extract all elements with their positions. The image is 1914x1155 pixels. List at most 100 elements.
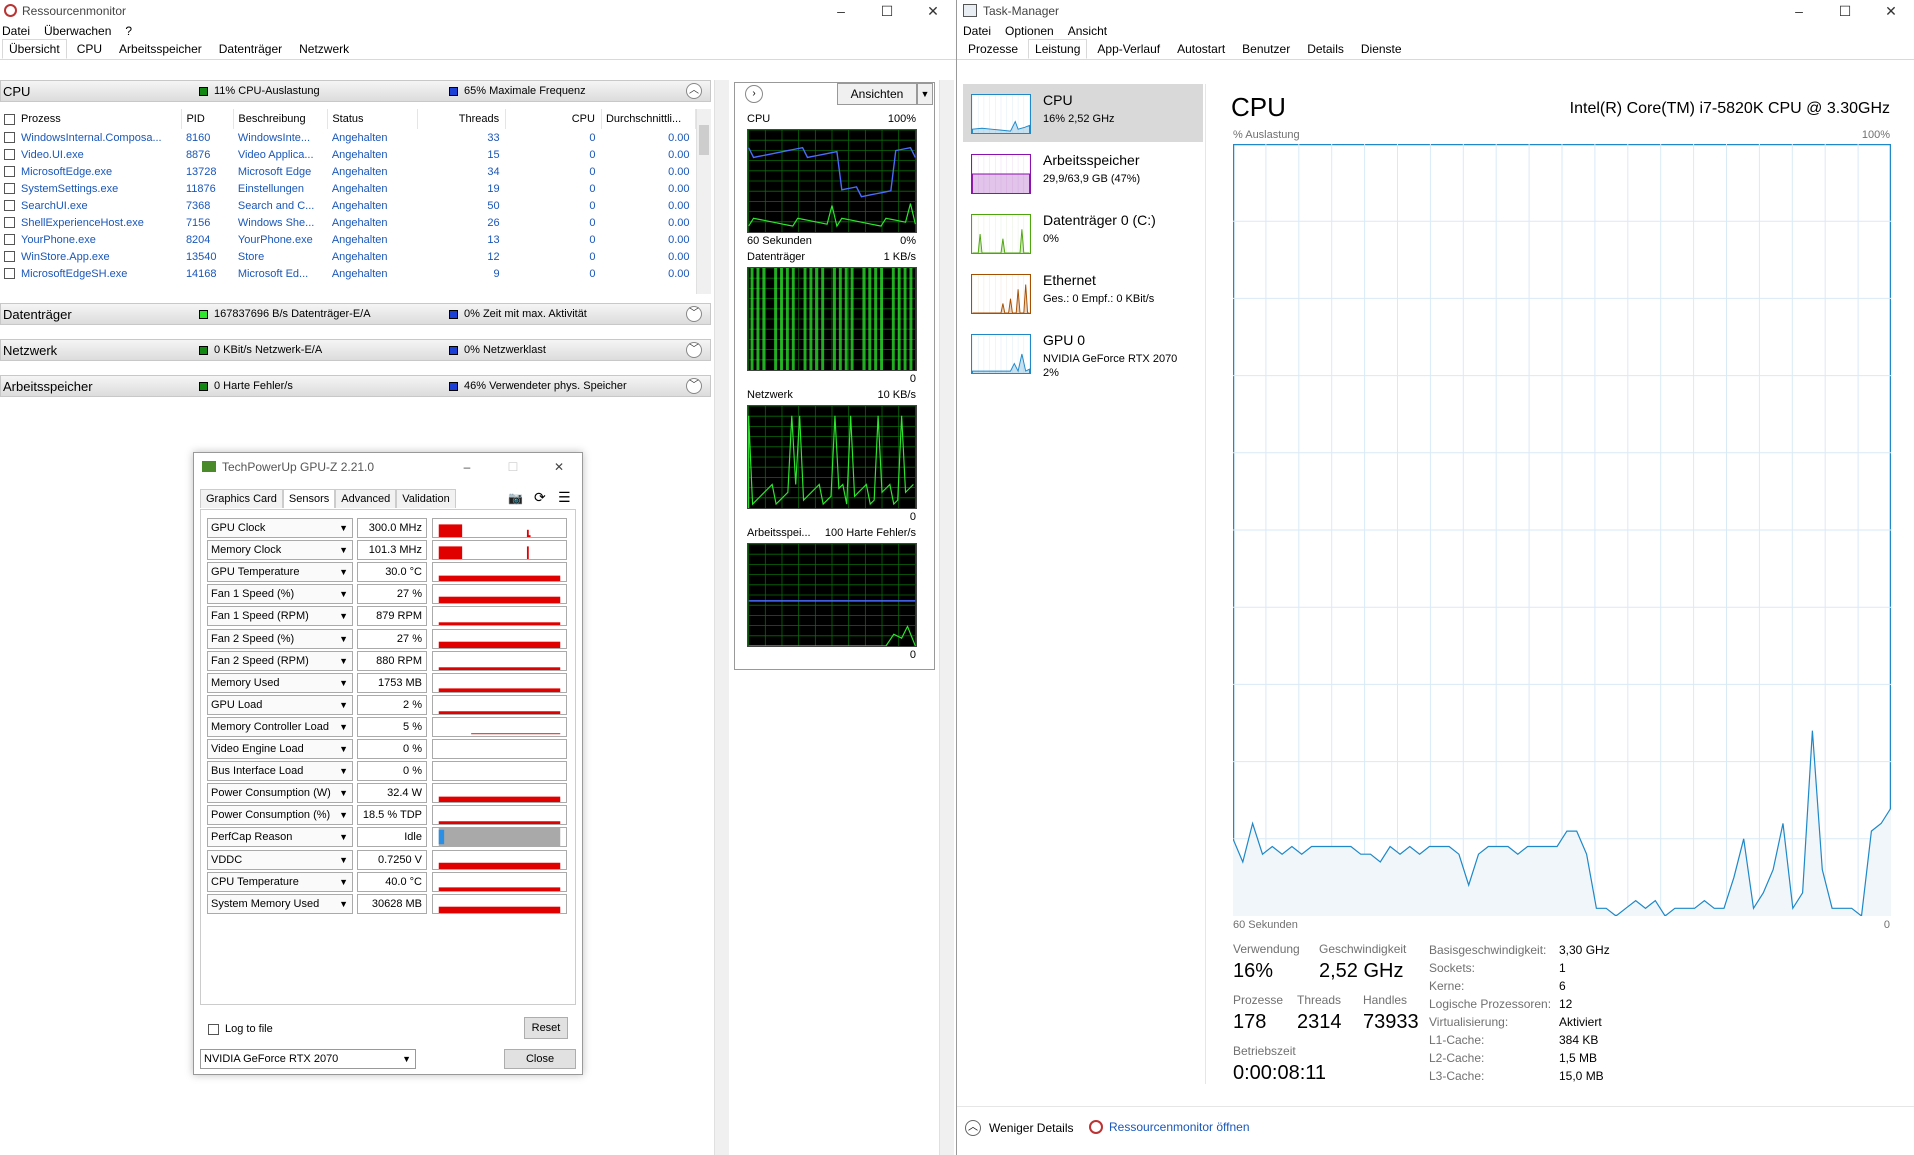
gpuz-close-button[interactable]: ✕	[536, 460, 582, 474]
col-beschreibung[interactable]: Beschreibung	[233, 109, 329, 129]
sensor-name-dropdown[interactable]: Fan 2 Speed (%) ▼	[207, 628, 353, 649]
col-status[interactable]: Status	[327, 109, 419, 129]
refresh-icon[interactable]: ⟳	[534, 489, 546, 506]
tab-arbeitsspeicher[interactable]: Arbeitsspeicher	[112, 39, 209, 59]
device-select[interactable]: NVIDIA GeForce RTX 2070 ▼	[200, 1049, 416, 1069]
ressourcenmonitor-link[interactable]: Ressourcenmonitor öffnen	[1089, 1120, 1250, 1134]
sensor-name-dropdown[interactable]: GPU Clock ▼	[207, 518, 353, 538]
row-checkbox[interactable]	[4, 234, 15, 246]
menu-ueberwachen[interactable]: Überwachen	[44, 24, 111, 38]
tab-dienste[interactable]: Dienste	[1354, 39, 1409, 59]
row-checkbox[interactable]	[4, 268, 15, 280]
col-durchschnitt[interactable]: Durchschnittli...	[601, 109, 697, 129]
cpu-section-header[interactable]: CPU 11% CPU-Auslastung 65% Maximale Freq…	[0, 80, 711, 102]
chevron-down-icon[interactable]: ﹀	[686, 378, 702, 394]
camera-icon[interactable]: 📷	[508, 491, 523, 505]
row-checkbox[interactable]	[4, 166, 15, 178]
scrollbar-thumb[interactable]	[699, 125, 709, 155]
gpuz-maximize-button[interactable]: ☐	[490, 460, 536, 474]
table-row[interactable]: MicrosoftEdge.exe 13728 Microsoft Edge Ange…	[0, 163, 696, 180]
table-row[interactable]: YourPhone.exe 8204 YourPhone.exe Angehalten…	[0, 231, 696, 248]
tab-benutzer[interactable]: Benutzer	[1235, 39, 1297, 59]
row-checkbox[interactable]	[4, 183, 15, 195]
tab-details[interactable]: Details	[1300, 39, 1351, 59]
sensor-name-dropdown[interactable]: Fan 1 Speed (RPM) ▼	[207, 606, 353, 627]
col-threads[interactable]: Threads	[417, 109, 507, 129]
row-checkbox[interactable]	[4, 217, 15, 229]
menu-icon[interactable]: ☰	[558, 489, 571, 506]
table-row[interactable]: MicrosoftEdgeSH.exe 14168 Microsoft Ed... A…	[0, 265, 696, 282]
gpuz-minimize-button[interactable]: –	[444, 460, 490, 474]
tab-validation[interactable]: Validation	[396, 489, 456, 508]
network-section-header[interactable]: Netzwerk 0 KBit/s Netzwerk-E/A 0% Netzwe…	[0, 339, 711, 361]
weniger-details-link[interactable]: ︿ Weniger Details	[965, 1120, 1073, 1136]
minimize-button[interactable]: –	[818, 3, 864, 20]
chevron-down-icon[interactable]: ﹀	[686, 306, 702, 322]
disk-section-header[interactable]: Datenträger 167837696 B/s Datenträger-E/…	[0, 303, 711, 325]
table-row[interactable]: SearchUI.exe 7368 Search and C... Angehalte…	[0, 197, 696, 214]
tab-cpu[interactable]: CPU	[70, 39, 109, 59]
close-button[interactable]: ✕	[910, 3, 956, 20]
views-button[interactable]: Ansichten	[837, 83, 917, 105]
col-prozess[interactable]: Prozess	[0, 109, 183, 129]
table-row[interactable]: SystemSettings.exe 11876 Einstellungen Ange…	[0, 180, 696, 197]
log-to-file-checkbox[interactable]	[208, 1023, 219, 1035]
sensor-name-dropdown[interactable]: System Memory Used ▼	[207, 893, 353, 914]
nav-memory[interactable]: Arbeitsspeicher 29,9/63,9 GB (47%)	[963, 144, 1203, 202]
sensor-name-dropdown[interactable]: GPU Load ▼	[207, 694, 353, 715]
maximize-button[interactable]: ☐	[864, 3, 910, 20]
sensor-name-dropdown[interactable]: PerfCap Reason ▼	[207, 827, 353, 848]
sensor-name-dropdown[interactable]: Memory Used ▼	[207, 672, 353, 693]
tab-advanced[interactable]: Advanced	[335, 489, 397, 508]
minimize-button[interactable]: –	[1776, 3, 1822, 20]
sensor-name-dropdown[interactable]: Memory Clock ▼	[207, 540, 353, 561]
menu-datei[interactable]: Datei	[2, 24, 30, 38]
sensor-name-dropdown[interactable]: CPU Temperature ▼	[207, 871, 353, 892]
sensor-name-dropdown[interactable]: Fan 2 Speed (RPM) ▼	[207, 650, 353, 671]
chevron-right-icon[interactable]: ›	[745, 85, 763, 103]
sensor-name-dropdown[interactable]: Power Consumption (%) ▼	[207, 805, 353, 826]
menu-help[interactable]: ?	[125, 24, 132, 38]
table-row[interactable]: WinStore.App.exe 13540 Store Angehalten 12 0 0…	[0, 248, 696, 265]
row-checkbox[interactable]	[4, 200, 15, 212]
sensor-name-dropdown[interactable]: Bus Interface Load ▼	[207, 761, 353, 782]
sensor-name-dropdown[interactable]: VDDC ▼	[207, 849, 353, 870]
row-checkbox[interactable]	[4, 132, 15, 144]
nav-cpu[interactable]: CPU 16% 2,52 GHz	[963, 84, 1203, 142]
menu-datei[interactable]: Datei	[963, 24, 991, 38]
row-checkbox[interactable]	[4, 149, 15, 161]
tab-app-verlauf[interactable]: App-Verlauf	[1090, 39, 1167, 59]
sensor-name-dropdown[interactable]: Power Consumption (W) ▼	[207, 783, 353, 804]
tab-leistung[interactable]: Leistung	[1028, 39, 1088, 59]
table-row[interactable]: WindowsInternal.Composa... 8160 WindowsInt…	[0, 129, 696, 146]
tab-prozesse[interactable]: Prozesse	[961, 39, 1025, 59]
col-pid[interactable]: PID	[181, 109, 235, 129]
row-checkbox[interactable]	[4, 251, 15, 263]
nav-gpu[interactable]: GPU 0 NVIDIA GeForce RTX 2070 2%	[963, 324, 1203, 386]
memory-section-header[interactable]: Arbeitsspeicher 0 Harte Fehler/s 46% Ver…	[0, 375, 711, 397]
tab-netzwerk[interactable]: Netzwerk	[292, 39, 356, 59]
maximize-button[interactable]: ☐	[1822, 3, 1868, 20]
nav-disk[interactable]: Datenträger 0 (C:) 0%	[963, 204, 1203, 262]
sensor-name-dropdown[interactable]: Fan 1 Speed (%) ▼	[207, 584, 353, 605]
col-cpu[interactable]: CPU	[505, 109, 602, 129]
views-dropdown-icon[interactable]: ▼	[917, 83, 933, 105]
tab-sensors[interactable]: Sensors	[282, 489, 336, 508]
chevron-up-icon[interactable]: ︿	[686, 83, 702, 99]
table-row[interactable]: ShellExperienceHost.exe 7156 Windows She..…	[0, 214, 696, 231]
tab-graphics-card[interactable]: Graphics Card	[200, 489, 283, 508]
sensor-name-dropdown[interactable]: GPU Temperature ▼	[207, 562, 353, 583]
resmon-left-scrollbar[interactable]	[714, 80, 729, 1155]
sensor-name-dropdown[interactable]: Video Engine Load ▼	[207, 739, 353, 759]
resmon-right-scrollbar[interactable]	[939, 80, 954, 1155]
tab-autostart[interactable]: Autostart	[1170, 39, 1232, 59]
log-to-file[interactable]: Log to file	[208, 1023, 273, 1035]
process-table-scrollbar[interactable]	[696, 109, 711, 294]
tab-uebersicht[interactable]: Übersicht	[2, 39, 67, 59]
table-row[interactable]: Video.UI.exe 8876 Video Applica... Angehalt…	[0, 146, 696, 163]
nav-ethernet[interactable]: Ethernet Ges.: 0 Empf.: 0 KBit/s	[963, 264, 1203, 322]
select-all-checkbox[interactable]	[4, 113, 15, 125]
tab-datentraeger[interactable]: Datenträger	[212, 39, 289, 59]
menu-ansicht[interactable]: Ansicht	[1068, 24, 1107, 38]
close-button[interactable]: Close	[504, 1049, 576, 1069]
